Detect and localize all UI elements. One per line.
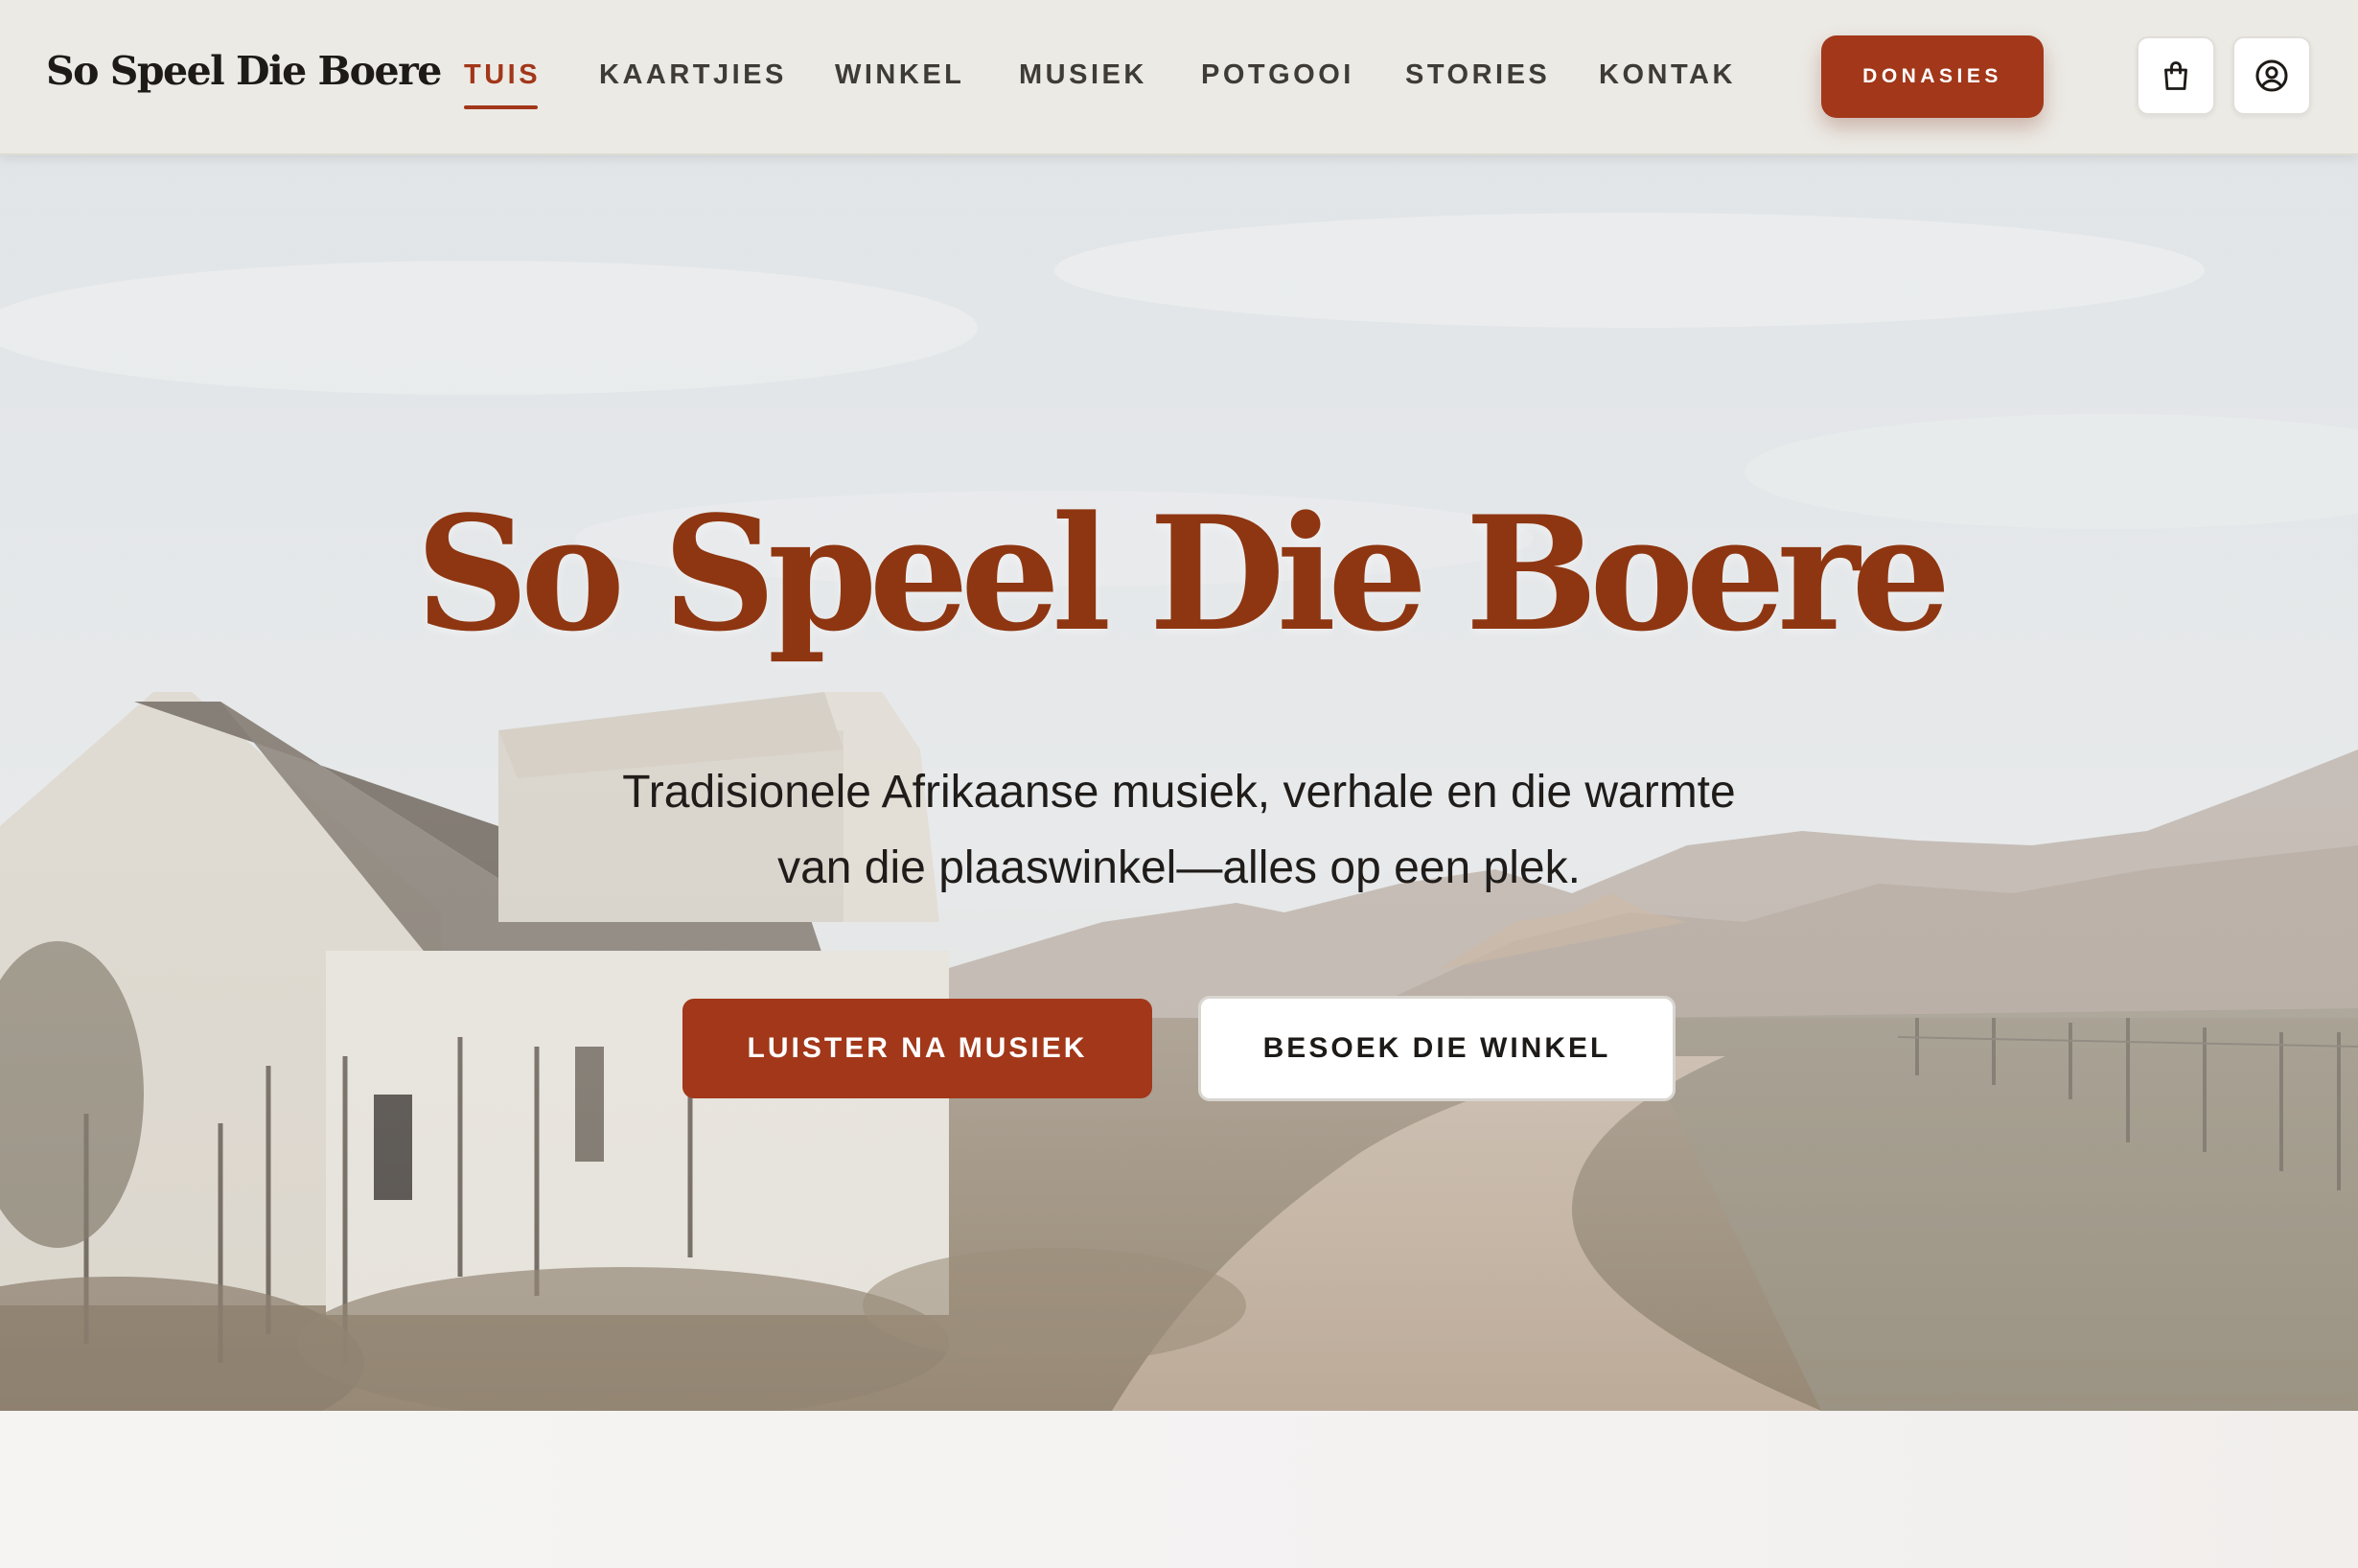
hero-subtitle-line-2: van die plaaswinkel—alles op een plek. <box>777 842 1581 893</box>
active-nav-indicator <box>464 105 538 109</box>
cart-button[interactable] <box>2137 36 2215 115</box>
site-header: So Speel Die Boere TUIS KAARTJIES WINKEL… <box>0 0 2358 155</box>
hero-subtitle-line-1: Tradisionele Afrikaanse musiek, verhale … <box>622 767 1736 818</box>
donate-button[interactable]: DONASIES <box>1821 35 2044 118</box>
hero-section: So Speel Die Boere Tradisionele Afrikaan… <box>0 155 2358 1411</box>
nav-item-potgooi[interactable]: POTGOOI <box>1201 59 1354 91</box>
listen-to-music-button[interactable]: LUISTER NA MUSIEK <box>682 999 1152 1098</box>
shopping-bag-icon <box>2164 61 2187 90</box>
nav-item-stories[interactable]: STORIES <box>1405 59 1550 91</box>
account-button[interactable] <box>2232 36 2311 115</box>
main-navigation: TUIS KAARTJIES WINKEL MUSIEK POTGOOI STO… <box>0 0 1821 153</box>
user-account-icon <box>2255 59 2288 92</box>
nav-item-musiek[interactable]: MUSIEK <box>1019 59 1147 91</box>
nav-item-winkel[interactable]: WINKEL <box>835 59 964 91</box>
nav-item-kontak[interactable]: KONTAK <box>1599 59 1736 91</box>
hero-title: So Speel Die Boere <box>415 481 1951 666</box>
nav-item-tuis[interactable]: TUIS <box>464 59 541 91</box>
hero-subtitle: Tradisionele Afrikaanse musiek, verhale … <box>508 754 1850 906</box>
nav-item-kaartjies[interactable]: KAARTJIES <box>599 59 787 91</box>
next-section-background <box>0 1411 2358 1568</box>
visit-shop-button[interactable]: BESOEK DIE WINKEL <box>1198 996 1676 1101</box>
